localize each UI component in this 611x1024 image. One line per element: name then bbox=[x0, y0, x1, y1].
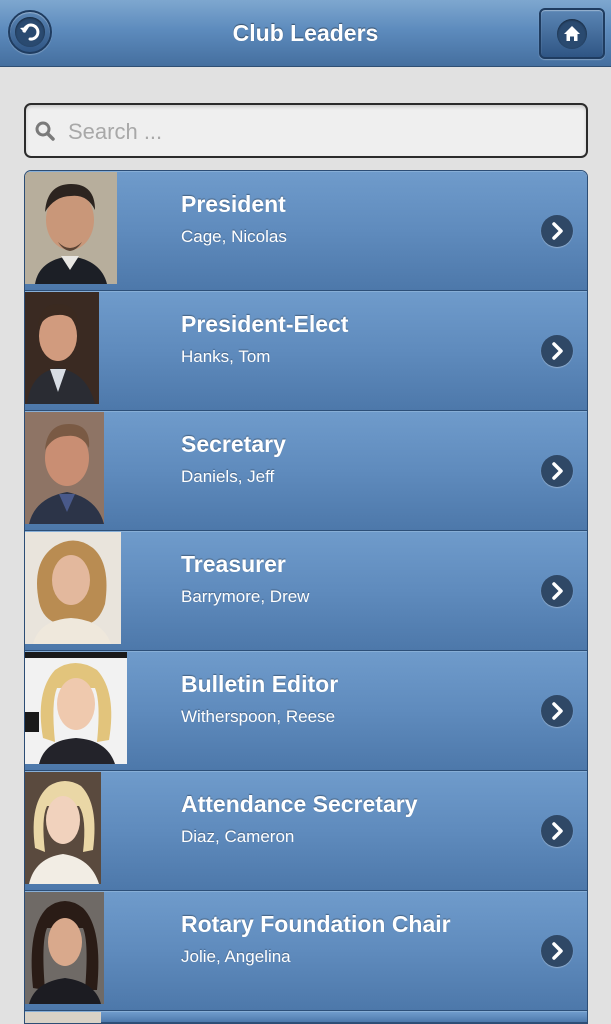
leader-photo bbox=[25, 412, 104, 524]
leader-photo bbox=[25, 172, 117, 284]
list-item-rotary-foundation-chair[interactable]: Rotary Foundation Chair Jolie, Angelina bbox=[25, 891, 587, 1011]
header-bar: Club Leaders bbox=[0, 0, 611, 67]
chevron-right-icon bbox=[541, 695, 573, 727]
leader-role: President bbox=[181, 191, 286, 217]
chevron-right-icon bbox=[541, 335, 573, 367]
home-icon bbox=[557, 19, 587, 49]
leader-role: Attendance Secretary bbox=[181, 791, 418, 817]
leader-name: Witherspoon, Reese bbox=[181, 707, 336, 726]
search-icon bbox=[35, 121, 55, 141]
leader-photo bbox=[25, 772, 101, 884]
leader-name: Cage, Nicolas bbox=[181, 227, 287, 246]
list-item-attendance-secretary[interactable]: Attendance Secretary Diaz, Cameron bbox=[25, 771, 587, 891]
leader-name: Daniels, Jeff bbox=[181, 467, 275, 486]
leader-role: President-Elect bbox=[181, 311, 349, 337]
leader-name: Hanks, Tom bbox=[181, 347, 271, 366]
chevron-right-icon bbox=[541, 575, 573, 607]
leader-name: Barrymore, Drew bbox=[181, 587, 310, 606]
chevron-right-icon bbox=[541, 455, 573, 487]
page-title: Club Leaders bbox=[232, 20, 379, 46]
list-item-secretary[interactable]: Secretary Daniels, Jeff bbox=[25, 411, 587, 531]
leader-name: Jolie, Angelina bbox=[181, 947, 291, 966]
search-input[interactable] bbox=[66, 112, 570, 152]
leader-photo bbox=[25, 532, 121, 644]
chevron-right-icon bbox=[541, 215, 573, 247]
list-item-partial[interactable] bbox=[25, 1011, 587, 1023]
search-box[interactable] bbox=[24, 103, 588, 158]
list-item-president[interactable]: President Cage, Nicolas bbox=[25, 171, 587, 291]
list-item-treasurer[interactable]: Treasurer Barrymore, Drew bbox=[25, 531, 587, 651]
leader-name: Diaz, Cameron bbox=[181, 827, 295, 846]
chevron-right-icon bbox=[541, 935, 573, 967]
list-item-bulletin-editor[interactable]: Bulletin Editor Witherspoon, Reese bbox=[25, 651, 587, 771]
home-button[interactable] bbox=[539, 8, 605, 59]
leader-role: Treasurer bbox=[181, 551, 286, 577]
leader-role: Secretary bbox=[181, 431, 286, 457]
chevron-right-icon bbox=[541, 815, 573, 847]
leader-photo bbox=[25, 1012, 101, 1023]
leader-role: Rotary Foundation Chair bbox=[181, 911, 451, 937]
leader-photo bbox=[25, 292, 99, 404]
leader-photo bbox=[25, 892, 104, 1004]
leaders-list: President Cage, Nicolas President-Elect … bbox=[24, 170, 588, 1024]
list-item-president-elect[interactable]: President-Elect Hanks, Tom bbox=[25, 291, 587, 411]
leader-photo bbox=[25, 652, 127, 764]
leader-role: Bulletin Editor bbox=[181, 671, 339, 697]
